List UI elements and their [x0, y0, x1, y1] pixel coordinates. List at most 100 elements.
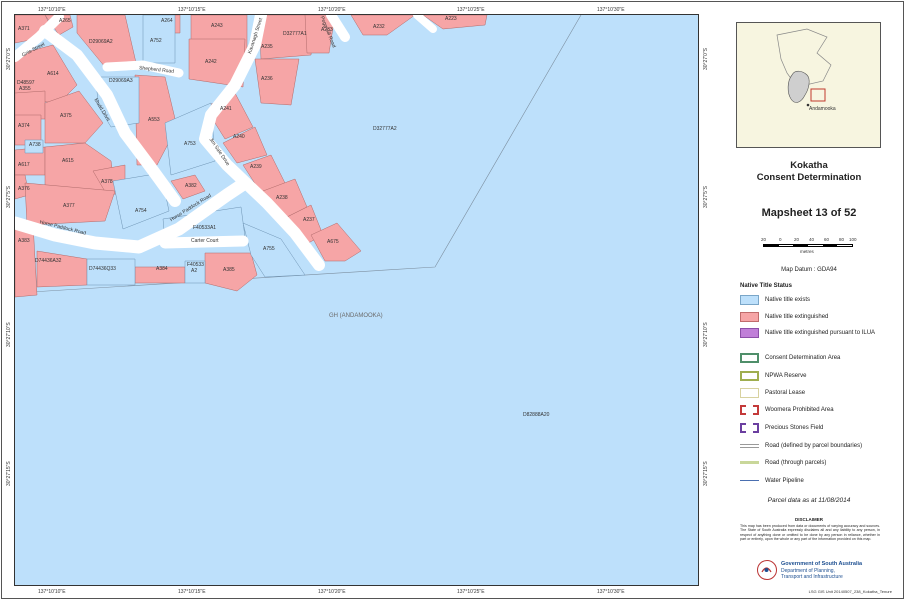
parcel-label: A377: [63, 203, 75, 209]
bottom-tick-label: 137°10'25"E: [457, 589, 485, 595]
bottom-tick-label: 137°10'30"E: [597, 589, 625, 595]
parcel-data-date: Parcel data as at 11/08/2014: [767, 497, 851, 504]
mapsheet-number: Mapsheet 13 of 52: [761, 207, 857, 219]
parcel-label: D29069A2: [89, 39, 113, 45]
left-tick-label: 30°27'10"S: [6, 322, 12, 347]
parcel-label: D32777A2: [373, 126, 397, 132]
legend-swatch: [740, 461, 759, 464]
parcel-label: A755: [263, 246, 275, 252]
legend-label: Native title extinguished: [765, 313, 829, 320]
parcel-label: A738: [29, 142, 41, 148]
parcel-label: A223: [445, 16, 457, 22]
map-datum: Map Datum : GDA94: [781, 267, 837, 273]
footer-reference: LSG GIS Unit 20140507_238_Kokatha_Tenure: [808, 589, 892, 594]
parcel-label: D74436A32: [35, 258, 62, 264]
parcel-label: A2: [191, 268, 198, 274]
legend-swatch: [740, 443, 759, 448]
parcel-label: A264: [161, 18, 173, 24]
right-tick-label: 30°27'15"S: [703, 461, 709, 486]
legend-swatch: [740, 352, 759, 363]
legend-label: Road (through parcels): [765, 459, 827, 466]
legend-item-extinguished-ilua: Native title extinguished pursuant to IL…: [740, 327, 875, 338]
disclaimer-title: DISCLAIMER: [795, 517, 823, 522]
parcel-label: A383: [18, 238, 30, 244]
scale-tick: 20: [761, 237, 767, 242]
legend-item-pastoral-lease: Pastoral Lease: [740, 387, 805, 398]
legend-swatch: [740, 480, 759, 481]
legend-label: Pastoral Lease: [765, 389, 806, 396]
scale-tick: 80: [839, 237, 845, 242]
parcel-label: D82888A20: [523, 412, 550, 418]
parcel-label: A233: [321, 27, 333, 33]
legend-item-woomera-prohibited-area: Woomera Prohibited Area: [740, 404, 834, 415]
parcel-label: A382: [185, 183, 197, 189]
parcel-label: A238: [276, 195, 288, 201]
legend-item-water-pipeline: Water Pipeline: [740, 475, 804, 486]
parcel-label: A675: [327, 239, 339, 245]
top-tick-label: 137°10'20"E: [318, 7, 346, 13]
parcel-label: A385: [223, 267, 235, 273]
top-tick-label: 137°10'15"E: [178, 7, 206, 13]
legend-swatch: [740, 327, 759, 338]
parcel-label: A235: [261, 44, 273, 50]
legend-swatch: [740, 370, 759, 381]
legend-item-consent-determination-area: Consent Determination Area: [740, 352, 840, 363]
scale-tick: 0: [779, 237, 782, 242]
gov-department: Department of Planning, Transport and In…: [781, 568, 843, 580]
inset-map[interactable]: Andamooka: [736, 22, 881, 148]
right-tick-label: 30°27'10"S: [703, 322, 709, 347]
bottom-tick-label: 137°10'15"E: [178, 589, 206, 595]
parcel-label: A241: [220, 106, 232, 112]
legend-title: Native Title Status: [740, 283, 792, 289]
bottom-tick-label: 137°10'20"E: [318, 589, 346, 595]
legend-swatch: [740, 387, 759, 398]
area-label-gh: GH (ANDAMOOKA): [329, 313, 383, 319]
legend-item-road-through-parcels: Road (through parcels): [740, 457, 826, 468]
legend-item-npwa-reserve: NPWA Reserve: [740, 370, 806, 381]
title-line-2: Consent Determination: [756, 172, 862, 183]
parcel-label: A374: [18, 123, 30, 129]
map-title: Kokatha Consent Determination: [727, 160, 891, 184]
parcel-label: A265: [59, 18, 71, 24]
legend-label: Precious Stones Field: [765, 424, 824, 431]
legend-label: Woomera Prohibited Area: [765, 406, 834, 413]
map-canvas: [15, 15, 698, 585]
scale-bar: 20 0 20 40 60 80 100 metres: [761, 237, 857, 260]
parcel-shape: [86, 258, 136, 286]
scale-tick: 60: [824, 237, 830, 242]
legend-label: NPWA Reserve: [765, 372, 807, 379]
inset-town-label: Andamooka: [809, 106, 836, 112]
map-area[interactable]: Gnis Street Shepherd Road Kavanagh Stree…: [14, 14, 699, 586]
parcel-label: D29069A3: [109, 78, 133, 84]
legend-label: Native title exists: [765, 296, 811, 303]
left-tick-label: 30°27'5"S: [6, 186, 12, 208]
government-logo-block: Government of South Australia Department…: [757, 560, 867, 584]
street-label-carter: Carter Court: [191, 238, 219, 244]
parcel-label: A355: [19, 86, 31, 92]
parcel-label: A617: [18, 162, 30, 168]
inset-canvas: [776, 28, 832, 107]
legend-swatch: [740, 294, 759, 305]
legend-swatch: [740, 404, 759, 415]
disclaimer-text: This map has been produced from data or …: [740, 524, 880, 542]
parcel-label: A615: [62, 158, 74, 164]
inset-lake: [787, 70, 810, 103]
parcel-label: A232: [373, 24, 385, 30]
gov-name: Government of South Australia: [781, 561, 863, 567]
legend-item-road-parcel-boundaries: Road (defined by parcel boundaries): [740, 440, 862, 451]
legend-item-precious-stones-field: Precious Stones Field: [740, 422, 823, 433]
parcel-label: A236: [261, 76, 273, 82]
legend-swatch: [740, 311, 759, 322]
sa-crest-icon: [757, 560, 777, 580]
parcel-label: A243: [211, 23, 223, 29]
parcel-label: A614: [47, 71, 59, 77]
parcel-label: D74436Q33: [89, 266, 116, 272]
legend-label: Water Pipeline: [765, 477, 804, 484]
left-tick-label: 30°27'15"S: [6, 461, 12, 486]
parcel-label: A371: [18, 26, 30, 32]
parcel-label: A376: [18, 186, 30, 192]
legend-label: Road (defined by parcel boundaries): [765, 442, 863, 449]
legend-swatch: [740, 422, 759, 433]
gov-dept-line2: Transport and Infrastructure: [781, 573, 843, 580]
scale-tick: 100: [849, 237, 857, 242]
